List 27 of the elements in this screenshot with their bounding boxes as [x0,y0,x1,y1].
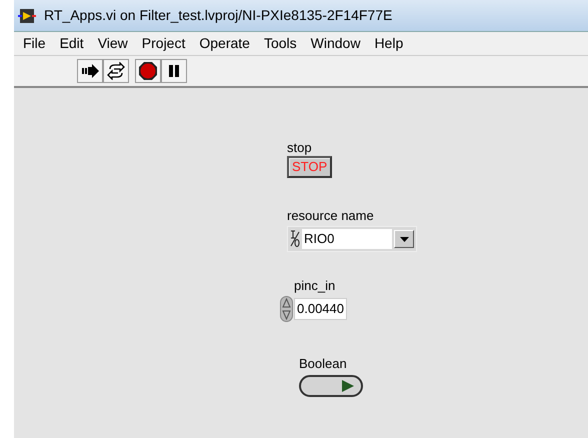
menu-item[interactable]: Project [136,33,190,54]
control-label: stop [287,140,312,156]
control-label: pinc_in [294,278,336,294]
menu-item[interactable]: Edit [54,33,89,54]
menu-item[interactable]: Window [306,33,366,54]
io-name-icon [290,230,300,248]
resource-dropdown[interactable]: RIO0 [287,226,417,252]
pause-icon [167,64,181,78]
increment-decrement-icon[interactable] [280,296,293,322]
window-title: RT_Apps.vi on Filter_test.lvproj/NI-PXIe8135-2F14F77E [44,6,392,25]
app-icon [18,8,36,24]
numeric-field[interactable]: 0.00440 [294,298,347,320]
circular-arrows-icon [106,62,126,80]
menu-item[interactable]: File [18,33,51,54]
dropdown-value: RIO0 [302,229,392,249]
toolbar-button[interactable] [77,59,103,83]
menu-item[interactable]: Help [369,33,408,54]
menu-item[interactable]: Operate [194,33,255,54]
toolbar-button[interactable] [103,59,129,83]
toolbar-button[interactable] [135,59,161,83]
control-label: Boolean [299,356,347,372]
menu-item[interactable]: View [92,33,133,54]
run-arrow-icon [80,63,100,79]
stop-sign-icon [138,61,158,81]
menu-item[interactable]: Tools [258,33,302,54]
control-label: resource name [287,208,374,224]
toolbar-button[interactable] [161,59,187,83]
